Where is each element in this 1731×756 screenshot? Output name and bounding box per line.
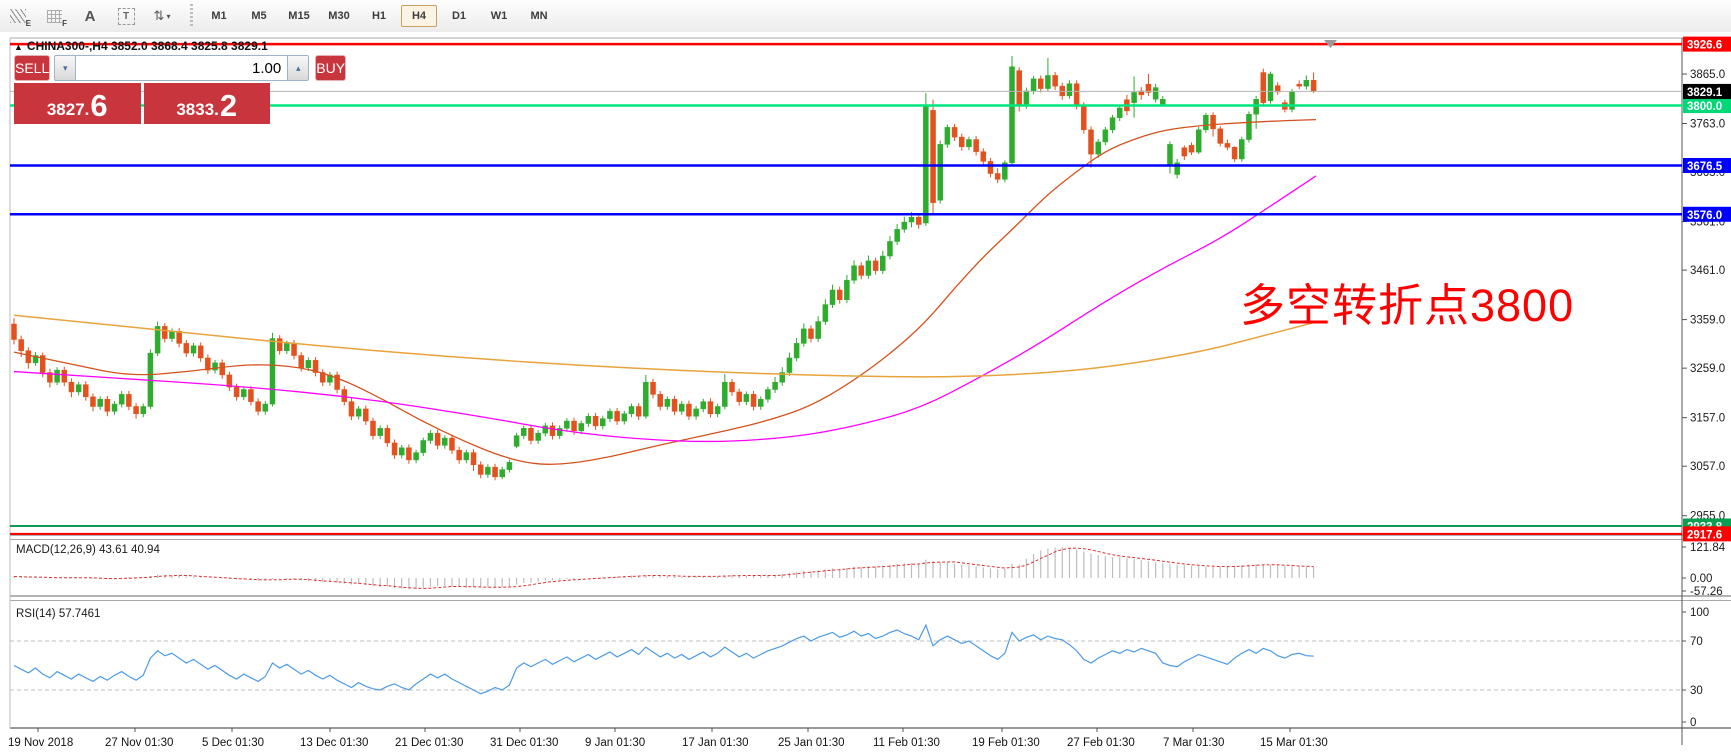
svg-text:3676.5: 3676.5 <box>1687 161 1723 173</box>
svg-text:17 Jan 01:30: 17 Jan 01:30 <box>682 737 749 749</box>
mt4-chart-window: EFAT⇅▾ M1M5M15M30H1H4D1W1MN 3865.03763.0… <box>0 0 1731 756</box>
svg-text:3763.0: 3763.0 <box>1690 119 1725 131</box>
svg-text:27 Feb 01:30: 27 Feb 01:30 <box>1067 737 1135 749</box>
svg-text:0.00: 0.00 <box>1690 573 1712 585</box>
svg-text:0: 0 <box>1690 717 1696 729</box>
svg-text:11 Feb 01:30: 11 Feb 01:30 <box>873 737 940 749</box>
macd-label: MACD(12,26,9) 43.61 40.94 <box>16 544 160 556</box>
svg-text:3576.0: 3576.0 <box>1687 210 1722 222</box>
svg-text:19 Feb 01:30: 19 Feb 01:30 <box>972 737 1040 749</box>
svg-text:3926.6: 3926.6 <box>1687 40 1722 52</box>
volume-stepper: ▾ ▴ <box>54 55 309 81</box>
svg-text:3461.0: 3461.0 <box>1690 265 1725 277</box>
svg-text:3359.0: 3359.0 <box>1690 315 1725 327</box>
pane-borders <box>0 32 1731 756</box>
svg-text:-57.26: -57.26 <box>1690 586 1723 598</box>
buy-price-box[interactable]: 3833. 2 <box>144 83 271 124</box>
sell-price-box[interactable]: 3827. 6 <box>14 83 141 124</box>
svg-text:31 Dec 01:30: 31 Dec 01:30 <box>490 737 558 749</box>
symbol-ohlc-text: CHINA300-,H4 3852.0 3868.4 3825.8 3829.1 <box>27 39 268 53</box>
volume-input[interactable] <box>76 55 287 81</box>
svg-text:27 Nov 01:30: 27 Nov 01:30 <box>105 737 173 749</box>
svg-text:70: 70 <box>1690 636 1703 648</box>
svg-text:3800.0: 3800.0 <box>1687 101 1722 113</box>
svg-text:15 Mar 01:30: 15 Mar 01:30 <box>1260 737 1328 749</box>
sell-price-pip: 6 <box>90 90 107 121</box>
svg-text:9 Jan 01:30: 9 Jan 01:30 <box>585 737 645 749</box>
svg-text:13 Dec 01:30: 13 Dec 01:30 <box>300 737 368 749</box>
svg-text:25 Jan 01:30: 25 Jan 01:30 <box>778 737 845 749</box>
volume-decrease-button[interactable]: ▾ <box>54 55 76 81</box>
svg-text:21 Dec 01:30: 21 Dec 01:30 <box>395 737 463 749</box>
rsi-label: RSI(14) 57.7461 <box>16 608 100 620</box>
svg-text:121.84: 121.84 <box>1690 542 1726 554</box>
sell-price-main: 3827. <box>47 99 90 121</box>
sell-button[interactable]: SELL <box>14 55 50 81</box>
svg-text:19 Nov 2018: 19 Nov 2018 <box>8 737 73 749</box>
chart-annotation: 多空转折点3800 <box>1240 269 1574 334</box>
volume-increase-button[interactable]: ▴ <box>287 55 309 81</box>
buy-price-main: 3833. <box>176 99 219 121</box>
buy-button[interactable]: BUY <box>315 55 346 81</box>
svg-text:3057.0: 3057.0 <box>1690 461 1725 473</box>
svg-text:2917.6: 2917.6 <box>1687 529 1722 541</box>
svg-text:3259.0: 3259.0 <box>1690 363 1725 375</box>
buy-price-pip: 2 <box>220 90 237 121</box>
svg-text:3157.0: 3157.0 <box>1690 413 1725 425</box>
svg-text:3829.1: 3829.1 <box>1687 87 1723 99</box>
svg-text:3865.0: 3865.0 <box>1690 69 1725 81</box>
chart-title: ▲ CHINA300-,H4 3852.0 3868.4 3825.8 3829.… <box>14 39 268 53</box>
svg-text:5 Dec 01:30: 5 Dec 01:30 <box>202 737 264 749</box>
symbol-marker-icon: ▲ <box>14 42 23 52</box>
svg-text:100: 100 <box>1690 607 1709 619</box>
svg-text:7 Mar 01:30: 7 Mar 01:30 <box>1163 737 1224 749</box>
svg-text:30: 30 <box>1690 685 1703 697</box>
one-click-trading-panel: SELL ▾ ▴ BUY 3827. 6 3833. 2 <box>14 55 270 124</box>
